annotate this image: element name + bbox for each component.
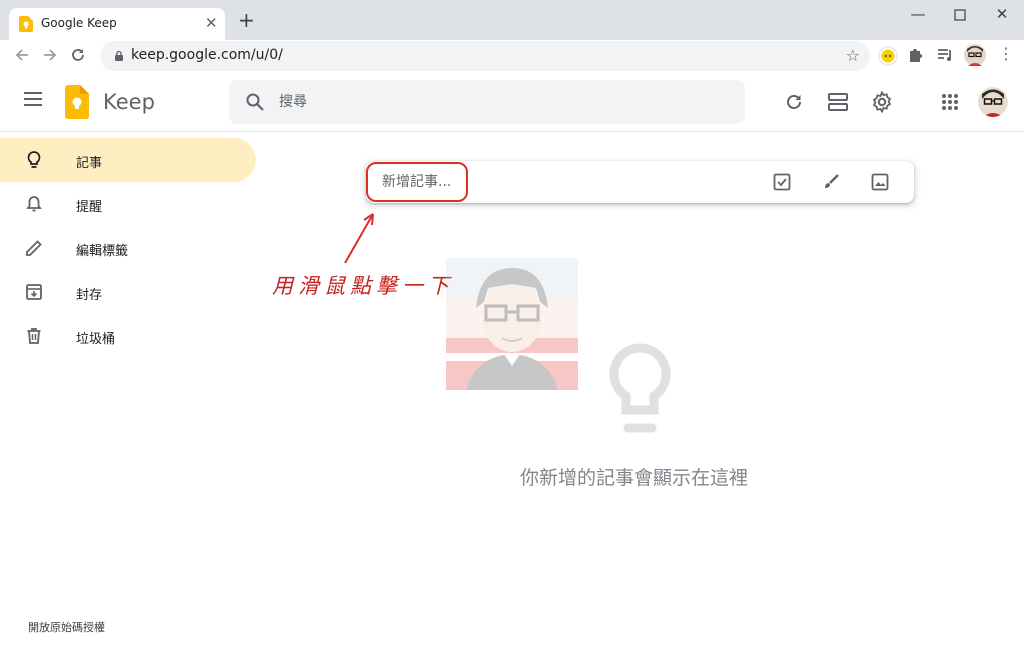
puzzle-extensions-icon[interactable] xyxy=(908,46,924,64)
browser-tab[interactable]: Google Keep ✕ xyxy=(9,8,225,40)
sidebar-item-notes[interactable]: 記事 xyxy=(0,138,256,182)
extension-icon[interactable] xyxy=(878,46,898,66)
settings-gear-icon[interactable] xyxy=(870,90,894,114)
lightbulb-icon xyxy=(27,151,41,168)
keep-logo-icon xyxy=(65,85,89,119)
sidebar-item-label: 記事 xyxy=(76,156,103,171)
sidebar-item-label: 提醒 xyxy=(76,200,103,215)
sidebar-item-label: 封存 xyxy=(76,288,103,303)
browser-menu-icon[interactable]: ⋮ xyxy=(998,44,1014,63)
app-brand-name: Keep xyxy=(103,90,155,114)
sidebar: 記事 提醒 編輯標籤 封存 垃圾桶 xyxy=(0,138,262,358)
sidebar-item-label: 垃圾桶 xyxy=(76,332,116,347)
url-text: keep.google.com/u/0/ xyxy=(131,47,283,63)
browser-toolbar: keep.google.com/u/0/ ☆ ⋮ xyxy=(0,40,1024,72)
account-avatar[interactable] xyxy=(978,87,1008,117)
sidebar-item-edit-labels[interactable]: 編輯標籤 xyxy=(0,226,256,270)
window-close-icon[interactable]: ✕ xyxy=(992,6,1012,22)
bell-icon xyxy=(26,196,42,212)
open-source-licenses-link[interactable]: 開放原始碼授權 xyxy=(28,619,105,635)
sidebar-item-label: 編輯標籤 xyxy=(76,244,129,259)
main-menu-icon[interactable] xyxy=(24,92,42,106)
tab-close-icon[interactable]: ✕ xyxy=(205,15,218,31)
annotation-text: 用滑鼠點擊一下 xyxy=(272,274,454,298)
profile-avatar-small-icon[interactable] xyxy=(964,44,986,66)
new-tab-icon[interactable]: + xyxy=(238,10,255,30)
address-bar[interactable]: keep.google.com/u/0/ ☆ xyxy=(100,41,870,71)
search-bar[interactable] xyxy=(229,80,745,124)
annotation-arrow-icon xyxy=(344,213,374,264)
new-image-icon[interactable] xyxy=(870,172,890,192)
archive-icon xyxy=(26,284,42,300)
media-playlist-icon[interactable] xyxy=(936,46,954,64)
sidebar-item-archive[interactable]: 封存 xyxy=(0,270,256,314)
annotation-highlight-ring xyxy=(366,162,468,202)
reload-icon[interactable] xyxy=(68,45,88,65)
keep-favicon-icon xyxy=(19,16,33,32)
forward-arrow-icon[interactable] xyxy=(40,45,60,65)
lock-icon xyxy=(115,50,123,61)
empty-state-message: 你新增的記事會顯示在這裡 xyxy=(520,467,749,489)
list-view-icon[interactable] xyxy=(826,90,850,114)
new-drawing-brush-icon[interactable] xyxy=(821,172,841,192)
browser-tab-strip: Google Keep ✕ + — ✕ xyxy=(0,0,1024,40)
app-header: Keep xyxy=(0,72,1024,132)
google-apps-grid-icon[interactable] xyxy=(938,90,962,114)
sidebar-item-trash[interactable]: 垃圾桶 xyxy=(0,314,256,358)
refresh-icon[interactable] xyxy=(782,90,806,114)
sidebar-item-reminders[interactable]: 提醒 xyxy=(0,182,256,226)
bookmark-star-icon[interactable]: ☆ xyxy=(846,46,860,65)
author-watermark-avatar xyxy=(446,258,578,390)
minimize-icon[interactable]: — xyxy=(908,6,928,22)
search-input[interactable] xyxy=(279,92,719,112)
pencil-icon xyxy=(26,240,42,256)
back-arrow-icon[interactable] xyxy=(12,45,32,65)
tab-title: Google Keep xyxy=(41,16,117,30)
maximize-icon[interactable] xyxy=(954,9,966,21)
new-list-checkbox-icon[interactable] xyxy=(772,172,792,192)
empty-state-lightbulb-icon xyxy=(609,343,671,433)
trash-icon xyxy=(27,328,41,344)
search-icon[interactable] xyxy=(245,92,265,112)
